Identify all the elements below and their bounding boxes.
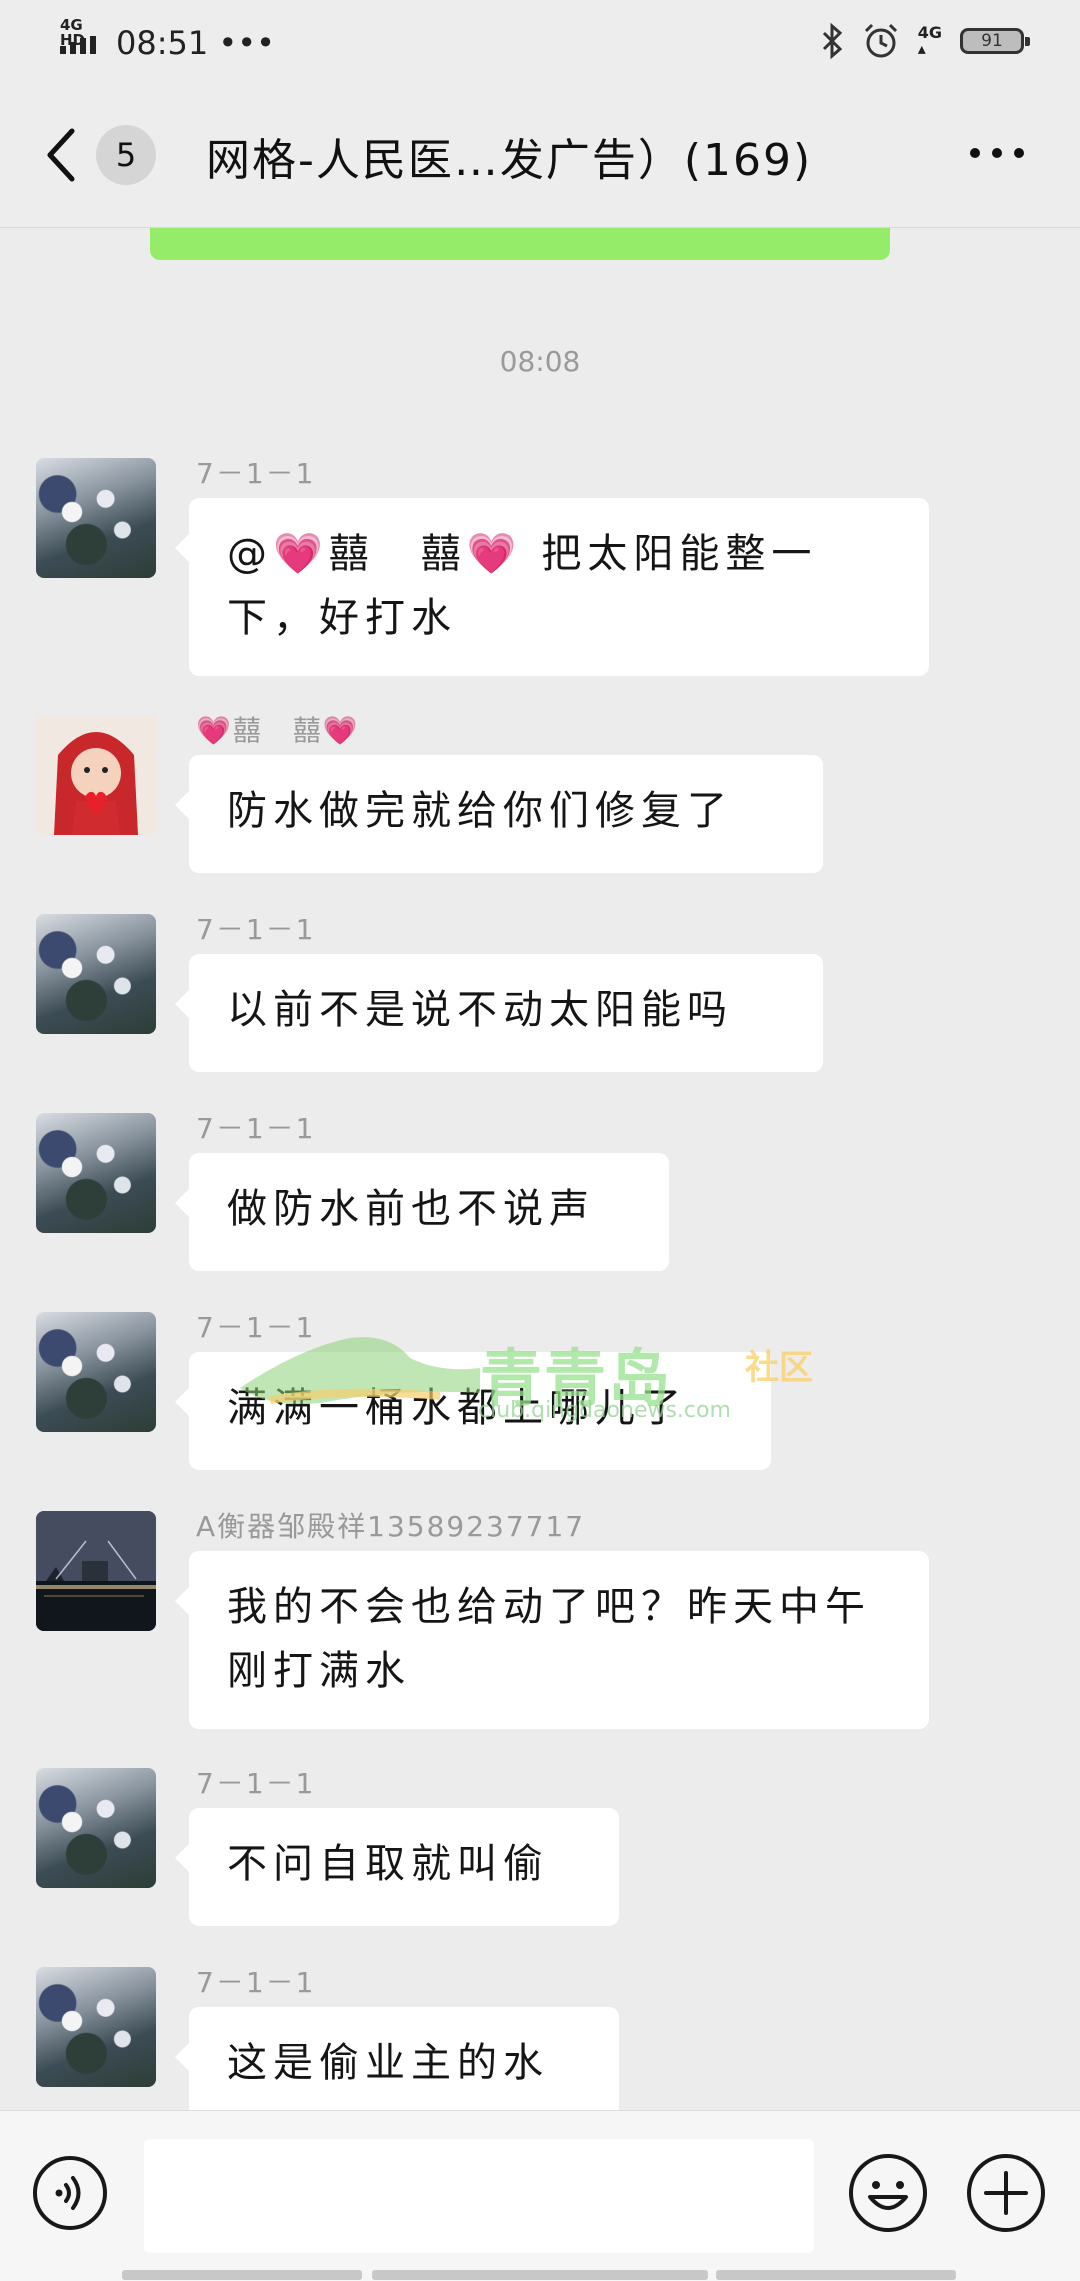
message-bubble[interactable]: 我的不会也给动了吧？昨天中午刚打满水 (175, 1551, 929, 1729)
avatar[interactable] (36, 1312, 156, 1432)
sender-name: 💗囍 囍💗 (196, 714, 360, 747)
sender-name: 7－1－1 (196, 457, 316, 490)
sender-name: 7－1－1 (196, 1966, 316, 1999)
signal-icon (60, 36, 96, 54)
time-separator: 08:08 (499, 345, 581, 378)
nav-indicator (372, 2270, 708, 2280)
nav-indicator (122, 2270, 362, 2280)
message-input[interactable] (144, 2139, 814, 2253)
status-time: 08:51 ••• (116, 24, 276, 62)
avatar[interactable] (36, 458, 156, 578)
avatar[interactable] (36, 715, 156, 835)
input-bar (0, 2110, 1080, 2281)
alarm-icon (864, 23, 897, 58)
lte-indicator: 4G ▴ (917, 23, 942, 58)
message-bubble[interactable]: 以前不是说不动太阳能吗 (175, 954, 823, 1072)
status-icons: 4G ▴ 91 (820, 18, 1030, 64)
message-bubble[interactable]: 防水做完就给你们修复了 (175, 755, 823, 873)
avatar[interactable] (36, 914, 156, 1034)
more-icon[interactable] (970, 148, 1024, 158)
status-bar: 4G HD 08:51 ••• 4G ▴ 91 (0, 0, 1080, 80)
nav-indicator (716, 2270, 956, 2280)
message-bubble[interactable]: 不问自取就叫偷 (175, 1808, 619, 1926)
sender-name: 7－1－1 (196, 913, 316, 946)
bluetooth-icon (822, 23, 842, 59)
message-bubble[interactable]: 这是偷业主的水 (175, 2007, 619, 2110)
sender-name: 7－1－1 (196, 1767, 316, 1800)
girl-avatar-image (36, 715, 156, 835)
chat-messages[interactable]: 08:08 7－1－1 @💗囍 囍💗 把太阳能整一下，好打水 💗囍 囍💗 防水做… (0, 228, 1080, 2110)
sender-name: 7－1－1 (196, 1112, 316, 1145)
battery-icon: 91 (960, 28, 1030, 54)
chevron-left-icon[interactable] (42, 125, 82, 185)
chat-header: 5 网格-人民医…发广告）(169) (0, 80, 1080, 228)
avatar[interactable] (36, 1511, 156, 1631)
avatar[interactable] (36, 1768, 156, 1888)
message-bubble[interactable]: 满满一桶水都上哪儿了 (175, 1352, 771, 1470)
message-bubble[interactable]: 做防水前也不说声 (175, 1153, 669, 1271)
chat-title: 网格-人民医…发广告）(169) (206, 135, 813, 186)
sender-name: 7－1－1 (196, 1311, 316, 1344)
sent-bubble-partial[interactable] (150, 228, 890, 260)
sender-name: A衡器邹殿祥13589237717 (196, 1510, 586, 1543)
avatar[interactable] (36, 1967, 156, 2087)
night-city-avatar-image (36, 1511, 156, 1631)
unread-count-badge[interactable]: 5 (96, 125, 156, 185)
emoji-icon[interactable] (848, 2153, 928, 2233)
message-bubble[interactable]: @💗囍 囍💗 把太阳能整一下，好打水 (175, 498, 929, 676)
avatar[interactable] (36, 1113, 156, 1233)
plus-icon[interactable] (966, 2153, 1046, 2233)
voice-icon[interactable] (32, 2155, 108, 2231)
